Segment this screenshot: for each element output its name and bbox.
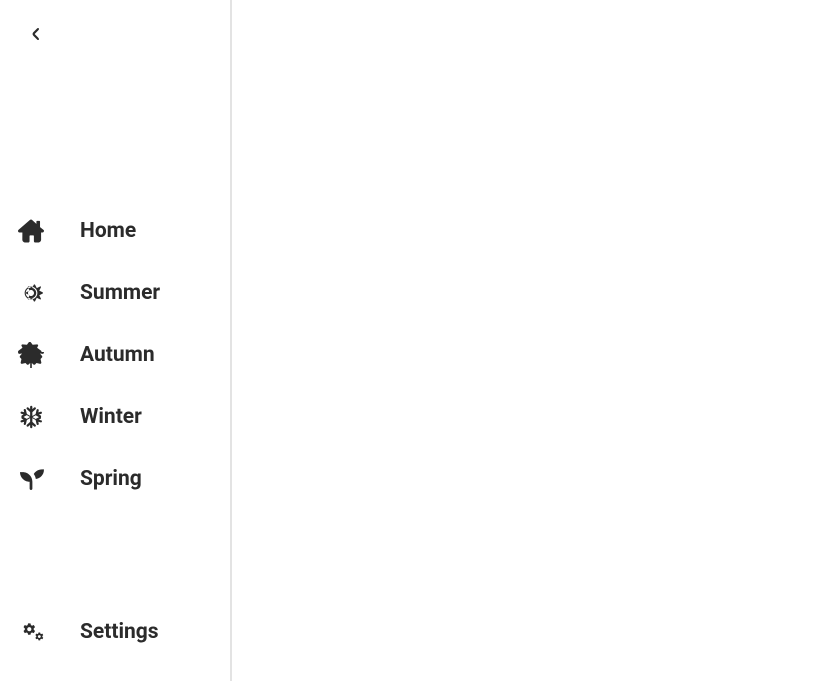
sidebar-item-label: Autumn [80, 343, 155, 367]
sidebar-item-settings[interactable]: Settings [14, 601, 216, 663]
sidebar-nav: Home Summer Autumn Winter [14, 200, 216, 510]
snowflake-icon [16, 402, 46, 432]
seedling-icon [16, 464, 46, 494]
caret-left-icon [30, 26, 42, 42]
sidebar-item-label: Winter [80, 405, 142, 429]
sidebar-collapse-button[interactable] [22, 20, 50, 48]
main-content [232, 0, 840, 681]
sidebar-item-home[interactable]: Home [14, 200, 216, 262]
sidebar-item-label: Home [80, 219, 136, 243]
sidebar-item-summer[interactable]: Summer [14, 262, 216, 324]
sidebar-item-winter[interactable]: Winter [14, 386, 216, 448]
sidebar-item-label: Settings [80, 620, 159, 644]
app-root: Home Summer Autumn Winter [0, 0, 840, 681]
sidebar-item-label: Spring [80, 467, 142, 491]
sidebar-item-label: Summer [80, 281, 160, 305]
sidebar-footer: Settings [14, 601, 216, 663]
sun-icon [16, 278, 46, 308]
sidebar-item-spring[interactable]: Spring [14, 448, 216, 510]
leaf-icon [16, 340, 46, 370]
sidebar-item-autumn[interactable]: Autumn [14, 324, 216, 386]
gears-icon [16, 617, 46, 647]
sidebar: Home Summer Autumn Winter [0, 0, 232, 681]
home-icon [16, 216, 46, 246]
